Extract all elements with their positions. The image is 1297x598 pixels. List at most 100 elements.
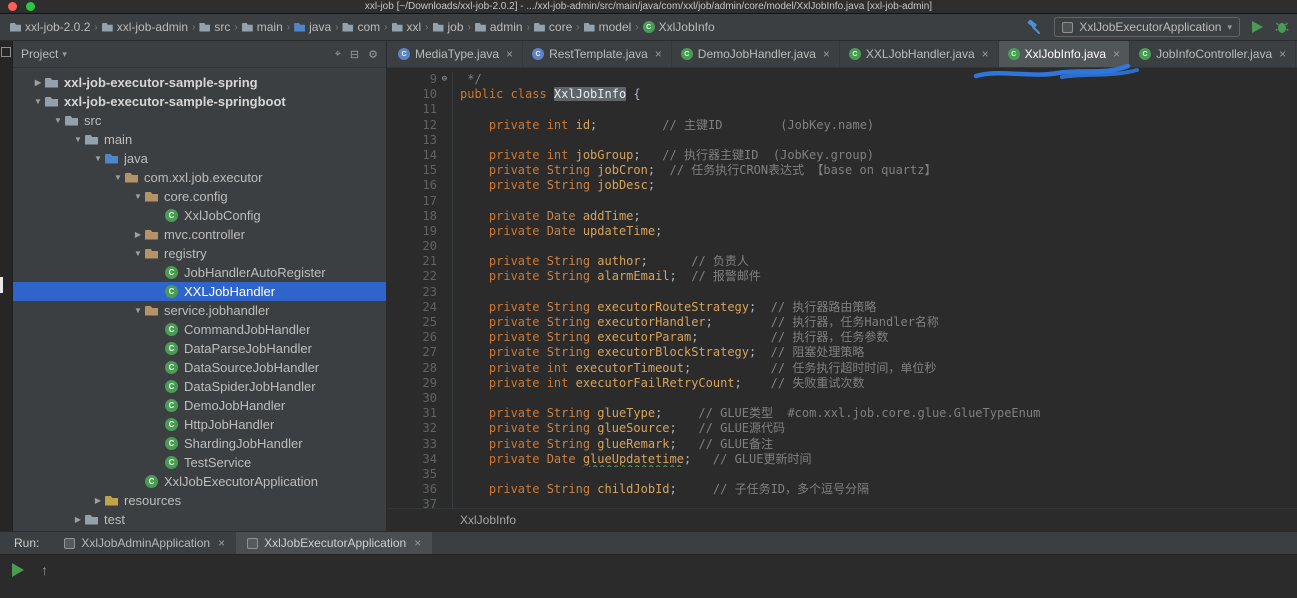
tree-item-dataparsejobhandler[interactable]: C DataParseJobHandler (13, 339, 386, 358)
tab-xxljobinfo-java[interactable]: C XxlJobInfo.java × (998, 41, 1131, 67)
breadcrumb-src[interactable]: src (197, 20, 232, 34)
code-text[interactable] (452, 193, 1297, 209)
code-editor[interactable]: 9 ⊖ */ 10 public class XxlJobInfo {11 12 pri… (387, 68, 1297, 508)
code-text[interactable]: private int executorTimeout; // 任务执行超时时间… (452, 360, 1297, 376)
tab-jobinfocontroller-java[interactable]: C JobInfoController.java × (1130, 41, 1297, 67)
run-button[interactable] (1252, 21, 1263, 33)
close-icon[interactable]: × (823, 47, 830, 61)
code-text[interactable]: private String jobCron; // 任务执行CRON表达式 【… (452, 163, 1297, 179)
close-icon[interactable]: × (506, 47, 513, 61)
code-text[interactable] (452, 239, 1297, 255)
tree-item-xxl-job-executor-sample-spring[interactable]: ▶ xxl-job-executor-sample-spring (13, 73, 386, 92)
close-icon[interactable]: × (1113, 47, 1120, 61)
tree-item-com-xxl-job-executor[interactable]: ▼ com.xxl.job.executor (13, 168, 386, 187)
chevron-expanded-icon[interactable]: ▼ (51, 116, 65, 125)
tree-item-test[interactable]: ▶ test (13, 510, 386, 529)
traffic-light-zoom[interactable] (26, 2, 35, 11)
chevron-expanded-icon[interactable]: ▼ (131, 192, 145, 201)
tree-item-jobhandlerautoregister[interactable]: C JobHandlerAutoRegister (13, 263, 386, 282)
code-text[interactable]: private String executorHandler; // 执行器，任… (452, 315, 1297, 331)
project-tool-window-button[interactable] (1, 47, 11, 57)
chevron-expanded-icon[interactable]: ▼ (91, 154, 105, 163)
code-text[interactable]: private String executorBlockStrategy; //… (452, 345, 1297, 361)
tree-item-datasourcejobhandler[interactable]: C DataSourceJobHandler (13, 358, 386, 377)
chevron-collapsed-icon[interactable]: ▶ (71, 515, 85, 524)
chevron-expanded-icon[interactable]: ▼ (71, 135, 85, 144)
chevron-expanded-icon[interactable]: ▼ (131, 249, 145, 258)
code-text[interactable]: private Date updateTime; (452, 223, 1297, 240)
tree-item-commandjobhandler[interactable]: C CommandJobHandler (13, 320, 386, 339)
close-icon[interactable]: × (1279, 47, 1286, 61)
code-text[interactable]: private String jobDesc; (452, 178, 1297, 194)
code-text[interactable] (452, 132, 1297, 148)
breadcrumb-job[interactable]: job (431, 20, 466, 34)
run-config-selector[interactable]: XxlJobExecutorApplication ▾ (1054, 17, 1240, 37)
code-text[interactable]: */ (452, 72, 1297, 88)
close-icon[interactable]: × (414, 536, 421, 550)
tree-item-demojobhandler[interactable]: C DemoJobHandler (13, 396, 386, 415)
chevron-expanded-icon[interactable]: ▼ (131, 306, 145, 315)
chevron-down-icon[interactable]: ▾ (62, 49, 67, 60)
debug-bug-icon[interactable] (1275, 20, 1289, 34)
tree-item-xxljobexecutorapplication[interactable]: C XxlJobExecutorApplication (13, 472, 386, 491)
breadcrumb-model[interactable]: model (582, 20, 634, 34)
code-text[interactable] (452, 102, 1297, 118)
code-text[interactable] (452, 390, 1297, 407)
breadcrumb-java[interactable]: java (292, 20, 333, 34)
code-text[interactable]: private String executorRouteStrategy; //… (452, 299, 1297, 315)
tree-item-shardingjobhandler[interactable]: C ShardingJobHandler (13, 434, 386, 453)
breadcrumb-xxl-job-admin[interactable]: xxl-job-admin (100, 20, 190, 34)
code-text[interactable]: private Date addTime; (452, 208, 1297, 224)
chevron-collapsed-icon[interactable]: ▶ (91, 496, 105, 505)
close-icon[interactable]: × (218, 536, 225, 550)
code-text[interactable]: public class XxlJobInfo { (452, 87, 1297, 103)
tree-item-registry[interactable]: ▼ registry (13, 244, 386, 263)
code-text[interactable]: private int jobGroup; // 执行器主键ID (JobKey… (452, 147, 1297, 164)
breadcrumb-com[interactable]: com (340, 20, 382, 34)
tree-item-xxljobconfig[interactable]: C XxlJobConfig (13, 206, 386, 225)
code-text[interactable] (452, 466, 1297, 483)
traffic-light-close[interactable] (8, 2, 17, 11)
collapse-all-icon[interactable]: ⊟ (350, 48, 359, 61)
chevron-collapsed-icon[interactable]: ▶ (31, 78, 45, 87)
tab-resttemplate-java[interactable]: C RestTemplate.java × (523, 41, 672, 67)
code-text[interactable]: private Date glueUpdatetime; // GLUE更新时间 (452, 451, 1297, 467)
breadcrumb-xxl-job-2-0-2[interactable]: xxl-job-2.0.2 (8, 20, 92, 34)
code-text[interactable]: private String glueSource; // GLUE源代码 (452, 421, 1297, 437)
tree-item-httpjobhandler[interactable]: C HttpJobHandler (13, 415, 386, 434)
breadcrumb-class-name[interactable]: XxlJobInfo (460, 513, 516, 527)
breadcrumb-admin[interactable]: admin (473, 20, 525, 34)
chevron-expanded-icon[interactable]: ▼ (111, 173, 125, 182)
tree-item-resources[interactable]: ▶ resources (13, 491, 386, 510)
tree-item-java[interactable]: ▼ java (13, 149, 386, 168)
tree-item-core-config[interactable]: ▼ core.config (13, 187, 386, 206)
chevron-collapsed-icon[interactable]: ▶ (131, 230, 145, 239)
code-text[interactable]: private String alarmEmail; // 报警邮件 (452, 269, 1297, 285)
project-panel-title[interactable]: Project (21, 47, 58, 61)
code-text[interactable] (452, 284, 1297, 300)
run-tab-xxljobadminapplication[interactable]: XxlJobAdminApplication × (53, 532, 236, 554)
tree-item-testservice[interactable]: C TestService (13, 453, 386, 472)
tree-item-src[interactable]: ▼ src (13, 111, 386, 130)
build-hammer-icon[interactable] (1026, 19, 1042, 35)
tree-item-service-jobhandler[interactable]: ▼ service.jobhandler (13, 301, 386, 320)
breadcrumb-main[interactable]: main (240, 20, 285, 34)
close-icon[interactable]: × (982, 47, 989, 61)
rerun-play-icon[interactable] (12, 563, 24, 577)
breadcrumb-xxljobinfo[interactable]: C XxlJobInfo (641, 20, 717, 34)
breadcrumb-xxl[interactable]: xxl (390, 20, 424, 34)
tab-demojobhandler-java[interactable]: C DemoJobHandler.java × (672, 41, 840, 67)
code-text[interactable]: private String executorParam; // 执行器，任务参… (452, 330, 1297, 346)
settings-gear-icon[interactable]: ⚙ (368, 48, 378, 61)
code-text[interactable]: private String author; // 负责人 (452, 254, 1297, 270)
tab-xxljobhandler-java[interactable]: C XXLJobHandler.java × (840, 41, 999, 67)
code-text[interactable]: private String glueRemark; // GLUE备注 (452, 436, 1297, 452)
code-text[interactable]: private String glueType; // GLUE类型 #com.… (452, 406, 1297, 422)
tree-item-xxljobhandler[interactable]: C XXLJobHandler (13, 282, 386, 301)
tab-mediatype-java[interactable]: C MediaType.java × (389, 41, 524, 67)
run-tab-xxljobexecutorapplication[interactable]: XxlJobExecutorApplication × (236, 532, 433, 554)
code-text[interactable] (452, 497, 1297, 508)
code-text[interactable]: private String childJobId; // 子任务ID，多个逗号… (452, 482, 1297, 498)
locate-icon[interactable]: ⌖ (335, 48, 341, 61)
tree-item-xxl-job-executor-sample-springboot[interactable]: ▼ xxl-job-executor-sample-springboot (13, 92, 386, 111)
